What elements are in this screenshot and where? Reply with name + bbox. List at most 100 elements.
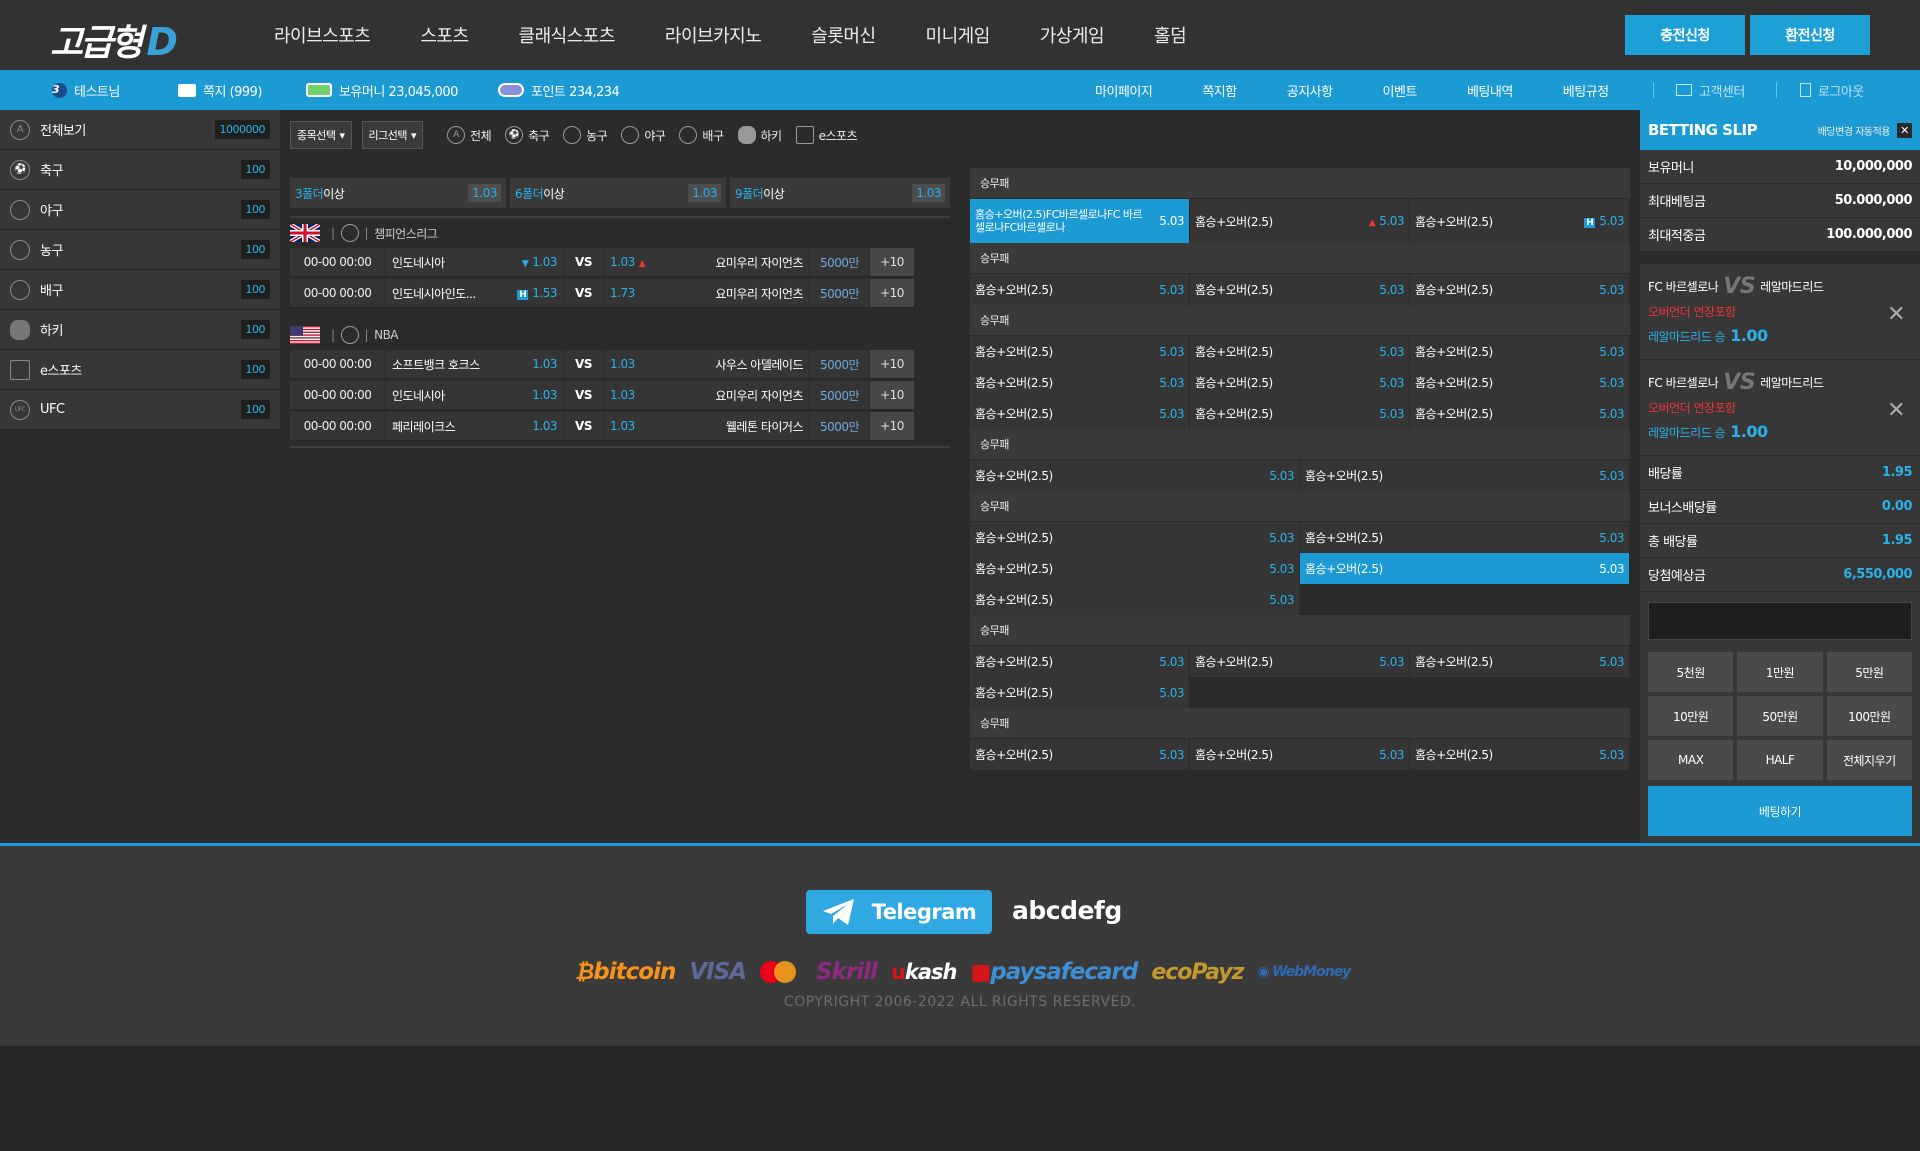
away-odd-button[interactable]: 1.03 사우스 아델레이드 xyxy=(604,350,810,379)
nav-virtual[interactable]: 가상게임 xyxy=(1040,22,1105,48)
more-markets-button[interactable]: +10 xyxy=(870,350,915,379)
odd-button[interactable]: 홈승+오버(2.5) 5.03 xyxy=(970,522,1300,553)
bet-amount-input[interactable] xyxy=(1648,602,1912,640)
home-odd-button[interactable]: 페리레이크스 1.03 xyxy=(386,412,564,441)
odd-button[interactable]: 홈승+오버(2.5) 5.03 xyxy=(970,584,1300,615)
odd-button[interactable]: 홈승+오버(2.5)FC바르셀로나FC 바르셀로나FC바르셀로나 5.03 xyxy=(970,199,1190,243)
odd-button[interactable]: 홈승+오버(2.5) 5.03 xyxy=(1190,739,1410,770)
logout-link[interactable]: 로그아웃 xyxy=(1800,70,1864,110)
amount-10k-button[interactable]: 1만원 xyxy=(1737,652,1823,692)
menu-notice[interactable]: 공지사항 xyxy=(1287,81,1333,100)
odd-button[interactable]: 홈승+오버(2.5) H 5.03 xyxy=(1410,199,1630,243)
more-markets-button[interactable]: +10 xyxy=(870,279,915,308)
odd-button[interactable]: 홈승+오버(2.5) 5.03 xyxy=(1300,460,1630,491)
sidebar-item-all[interactable]: A 전체보기 1000000 xyxy=(0,110,280,150)
odd-button[interactable]: 홈승+오버(2.5) 5.03 xyxy=(1410,336,1630,367)
amount-max-button[interactable]: MAX xyxy=(1648,740,1734,780)
filter-soccer[interactable]: ⚽ 축구 xyxy=(505,126,550,144)
odd-button[interactable]: 홈승+오버(2.5) 5.03 xyxy=(1190,646,1410,677)
away-odd-button[interactable]: 1.03 요미우리 자이언츠 xyxy=(604,381,810,410)
remove-bet-close-icon[interactable]: ✕ xyxy=(1887,398,1905,423)
nav-live-casino[interactable]: 라이브카지노 xyxy=(665,22,762,48)
odd-button[interactable]: 홈승+오버(2.5) 5.03 xyxy=(970,336,1190,367)
menu-bet-history[interactable]: 베팅내역 xyxy=(1467,81,1513,100)
messages-link[interactable]: 쪽지 (999) xyxy=(178,70,263,110)
support-link[interactable]: 고객센터 xyxy=(1676,70,1745,110)
menu-event[interactable]: 이벤트 xyxy=(1383,81,1418,100)
amount-100k-button[interactable]: 10만원 xyxy=(1648,696,1734,736)
menu-bet-rules[interactable]: 베팅규정 xyxy=(1563,81,1609,100)
odd-button[interactable]: 홈승+오버(2.5) 5.03 xyxy=(1410,274,1630,305)
odd-button[interactable]: 홈승+오버(2.5) 5.03 xyxy=(1300,553,1630,584)
sidebar-item-esports[interactable]: e스포츠 100 xyxy=(0,350,280,390)
deposit-button[interactable]: 충전신청 xyxy=(1625,15,1745,55)
odd-button[interactable]: 홈승+오버(2.5) 5.03 xyxy=(970,677,1190,708)
odd-button[interactable]: 홈승+오버(2.5) 5.03 xyxy=(970,739,1190,770)
home-odd-button[interactable]: 인도네시아 ▼ 1.03 xyxy=(386,248,564,277)
odd-button[interactable]: 홈승+오버(2.5) 5.03 xyxy=(1190,367,1410,398)
clear-all-button[interactable]: 전체지우기 xyxy=(1826,740,1912,780)
odd-button[interactable]: 홈승+오버(2.5) 5.03 xyxy=(1410,646,1630,677)
nav-holdem[interactable]: 홀덤 xyxy=(1154,22,1187,48)
sidebar-item-baseball[interactable]: 야구 100 xyxy=(0,190,280,230)
folder-bonus-3[interactable]: 3폴더이상 1.03 xyxy=(290,178,506,208)
telegram-button[interactable]: Telegram xyxy=(806,890,992,934)
menu-messages[interactable]: 쪽지함 xyxy=(1202,81,1237,100)
menu-mypage[interactable]: 마이페이지 xyxy=(1095,81,1153,100)
away-odd-button[interactable]: 1.03 ▲ 요미우리 자이언츠 xyxy=(604,248,810,277)
more-markets-button[interactable]: +10 xyxy=(870,412,915,441)
filter-baseball[interactable]: 야구 xyxy=(621,126,666,144)
filter-all[interactable]: A 전체 xyxy=(447,126,492,144)
filter-hockey[interactable]: 하키 xyxy=(737,126,782,144)
sidebar-item-volleyball[interactable]: 배구 100 xyxy=(0,270,280,310)
withdraw-button[interactable]: 환전신청 xyxy=(1750,15,1870,55)
more-markets-button[interactable]: +10 xyxy=(870,381,915,410)
more-markets-button[interactable]: +10 xyxy=(870,248,915,277)
amount-half-button[interactable]: HALF xyxy=(1737,740,1823,780)
away-odd-button[interactable]: 1.03 웰레톤 타이거스 xyxy=(604,412,810,441)
remove-bet-close-icon[interactable]: ✕ xyxy=(1887,302,1905,327)
sidebar-item-soccer[interactable]: ⚽ 축구 100 xyxy=(0,150,280,190)
slip-bet-item: FC 바르셀로나 VS 레알마드리드 오버언더 연장포함 레알마드리드 승 1.00 … xyxy=(1640,360,1920,456)
odd-button[interactable]: 홈승+오버(2.5) ▲ 5.03 xyxy=(1190,199,1410,243)
nav-live-sports[interactable]: 라이브스포츠 xyxy=(274,22,371,48)
league-select[interactable]: 리그선택 ▾ xyxy=(361,121,424,149)
odd-button[interactable]: 홈승+오버(2.5) 5.03 xyxy=(970,460,1300,491)
folder-bonus-6[interactable]: 6폴더이상 1.03 xyxy=(510,178,726,208)
sidebar-item-hockey[interactable]: 하키 100 xyxy=(0,310,280,350)
odd-button[interactable]: 홈승+오버(2.5) 5.03 xyxy=(970,367,1190,398)
home-odd-button[interactable]: 인도네시아 1.03 xyxy=(386,381,564,410)
nav-sports[interactable]: 스포츠 xyxy=(420,22,469,48)
odd-button[interactable]: 홈승+오버(2.5) 5.03 xyxy=(1190,336,1410,367)
odd-button[interactable]: 홈승+오버(2.5) 5.03 xyxy=(1300,522,1630,553)
home-odd-button[interactable]: 소프트뱅크 호크스 1.03 xyxy=(386,350,564,379)
odd-button[interactable]: 홈승+오버(2.5) 5.03 xyxy=(1410,367,1630,398)
amount-500k-button[interactable]: 50만원 xyxy=(1737,696,1823,736)
odd-button[interactable]: 홈승+오버(2.5) 5.03 xyxy=(970,553,1300,584)
place-bet-button[interactable]: 베팅하기 xyxy=(1648,786,1912,836)
odd-button[interactable]: 홈승+오버(2.5) 5.03 xyxy=(1410,398,1630,429)
folder-bonus-9[interactable]: 9폴더이상 1.03 xyxy=(730,178,950,208)
filter-volleyball[interactable]: 배구 xyxy=(679,126,724,144)
amount-5k-button[interactable]: 5천원 xyxy=(1648,652,1734,692)
sport-select[interactable]: 종목선택 ▾ xyxy=(290,121,352,149)
sidebar-item-ufc[interactable]: UFC UFC 100 xyxy=(0,390,280,430)
odd-button[interactable]: 홈승+오버(2.5) 5.03 xyxy=(1190,274,1410,305)
filter-esports[interactable]: e스포츠 xyxy=(795,126,858,144)
away-odd-button[interactable]: 1.73 요미우리 자이언츠 xyxy=(604,279,810,308)
site-logo[interactable]: 고급형 D xyxy=(50,14,178,66)
amount-50k-button[interactable]: 5만원 xyxy=(1826,652,1912,692)
odd-button[interactable]: 홈승+오버(2.5) 5.03 xyxy=(1410,739,1630,770)
amount-1m-button[interactable]: 100만원 xyxy=(1826,696,1912,736)
auto-odds-checkbox[interactable]: ✕ xyxy=(1897,123,1912,138)
odd-button[interactable]: 홈승+오버(2.5) 5.03 xyxy=(1190,398,1410,429)
nav-classic-sports[interactable]: 클래식스포츠 xyxy=(519,22,616,48)
odd-button[interactable]: 홈승+오버(2.5) 5.03 xyxy=(970,274,1190,305)
nav-slot[interactable]: 슬롯머신 xyxy=(811,22,876,48)
sidebar-item-basketball[interactable]: 농구 100 xyxy=(0,230,280,270)
filter-basketball[interactable]: 농구 xyxy=(563,126,608,144)
nav-minigame[interactable]: 미니게임 xyxy=(926,22,991,48)
odd-button[interactable]: 홈승+오버(2.5) 5.03 xyxy=(970,646,1190,677)
odd-button[interactable]: 홈승+오버(2.5) 5.03 xyxy=(970,398,1190,429)
home-odd-button[interactable]: 인도네시아인도... H 1.53 xyxy=(386,279,564,308)
